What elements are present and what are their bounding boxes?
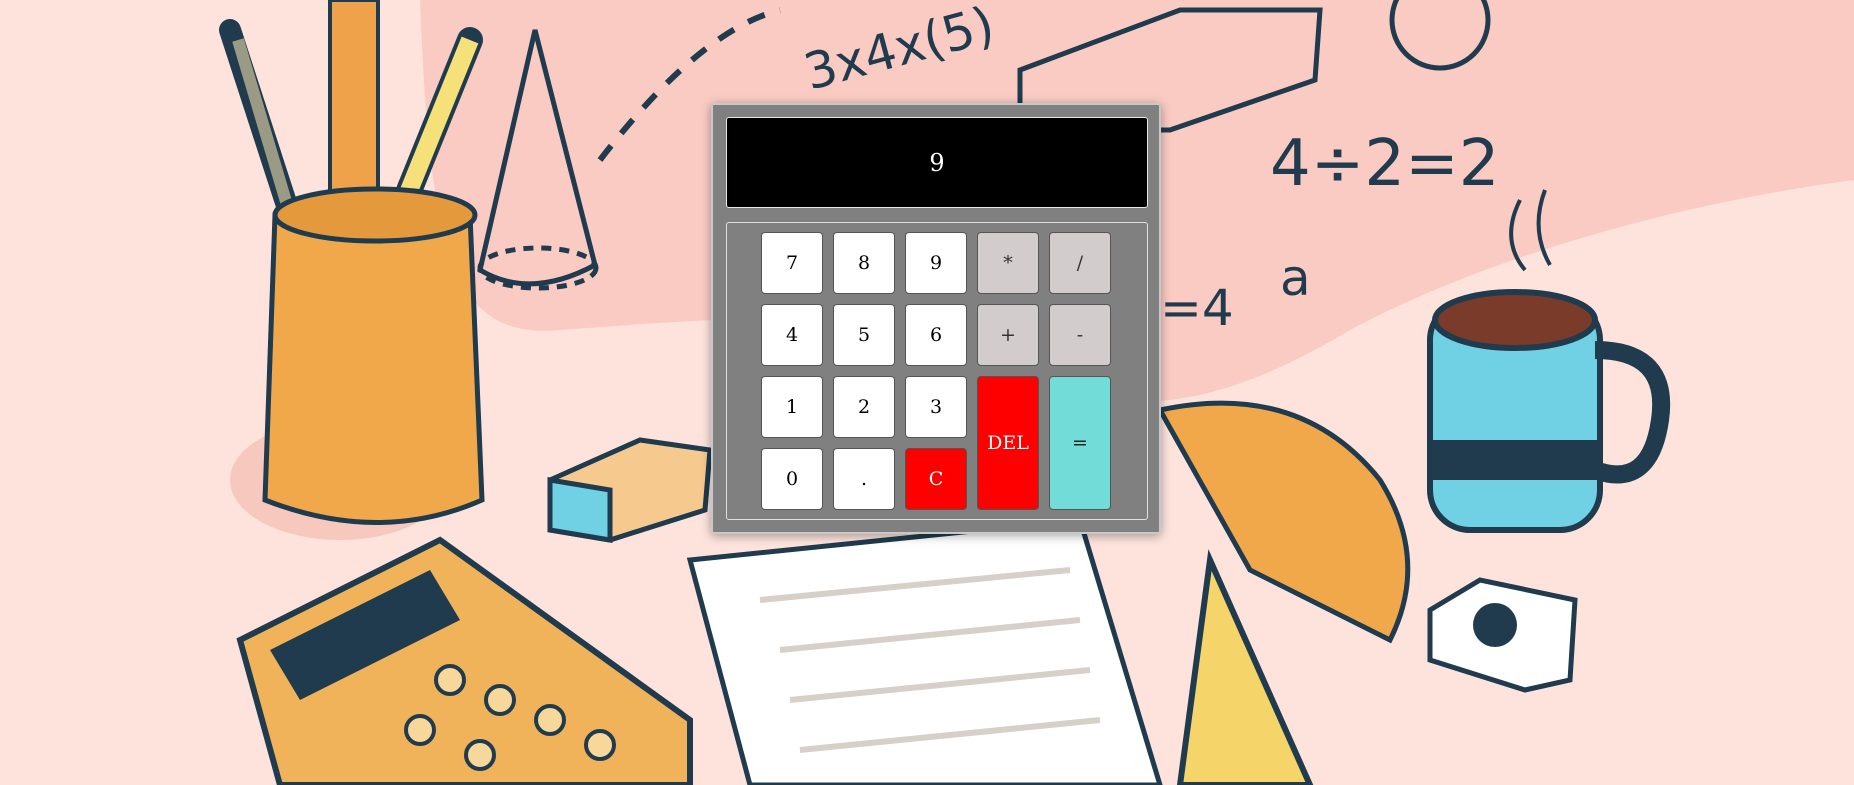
key-3[interactable]: 3 <box>905 376 967 438</box>
svg-text:=4: =4 <box>1160 279 1234 337</box>
delete-button[interactable]: DEL <box>977 376 1039 510</box>
subtract-button[interactable]: - <box>1049 304 1111 366</box>
decimal-button[interactable]: . <box>833 448 895 510</box>
svg-text:a: a <box>1280 249 1311 307</box>
key-4[interactable]: 4 <box>761 304 823 366</box>
clear-button[interactable]: C <box>905 448 967 510</box>
key-7[interactable]: 7 <box>761 232 823 294</box>
equals-button[interactable]: = <box>1049 376 1111 510</box>
divide-button[interactable]: / <box>1049 232 1111 294</box>
formula-text: 4÷2=2 <box>1270 127 1499 201</box>
display-value: 9 <box>929 148 945 177</box>
key-6[interactable]: 6 <box>905 304 967 366</box>
key-8[interactable]: 8 <box>833 232 895 294</box>
keypad: 7 8 9 * / 4 5 6 + - 1 2 3 DEL = 0 . C <box>726 222 1148 520</box>
key-9[interactable]: 9 <box>905 232 967 294</box>
multiply-button[interactable]: * <box>977 232 1039 294</box>
calculator: 9 7 8 9 * / 4 5 6 + - 1 2 3 DEL = 0 . C <box>711 103 1161 534</box>
add-button[interactable]: + <box>977 304 1039 366</box>
key-5[interactable]: 5 <box>833 304 895 366</box>
calculator-display: 9 <box>726 117 1148 208</box>
key-0[interactable]: 0 <box>761 448 823 510</box>
key-2[interactable]: 2 <box>833 376 895 438</box>
key-1[interactable]: 1 <box>761 376 823 438</box>
